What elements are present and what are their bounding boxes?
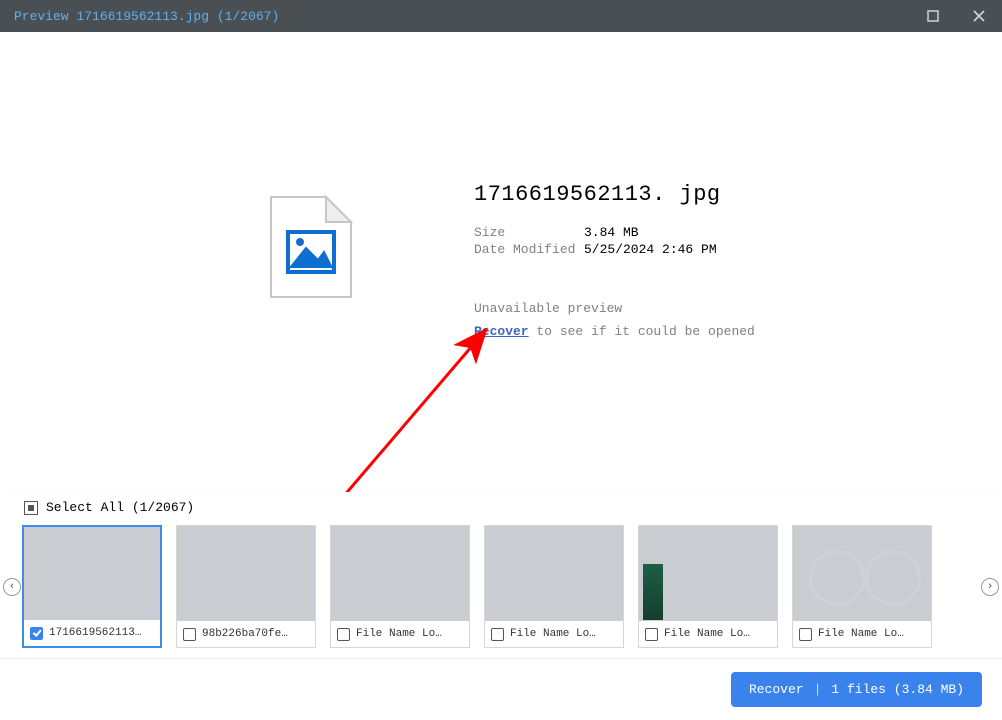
file-icon <box>266 192 356 302</box>
thumbnail[interactable]: File Name Lo… <box>484 525 624 648</box>
footer: Recover | 1 files (3.84 MB) <box>0 658 1002 720</box>
thumbnail-checkbox[interactable] <box>337 628 350 641</box>
preview-zone: 1716619562113. jpg Size 3.84 MB Date Mod… <box>0 32 1002 480</box>
thumbnail-caption: File Name Lo… <box>485 621 623 647</box>
next-thumb-button[interactable]: › <box>981 578 999 596</box>
thumbnail-checkbox[interactable] <box>799 628 812 641</box>
thumbnail-strip: ‹ › 1716619562113…98b226ba70fe…File Name… <box>22 525 980 648</box>
recover-button-summary: 1 files (3.84 MB) <box>831 682 964 697</box>
thumbnail-image <box>331 526 469 621</box>
recover-hint: Recover to see if it could be opened <box>474 324 954 339</box>
separator: | <box>814 682 822 697</box>
thumbnail-caption: File Name Lo… <box>331 621 469 647</box>
recover-button[interactable]: Recover | 1 files (3.84 MB) <box>731 672 982 707</box>
date-modified-label: Date Modified <box>474 242 584 259</box>
thumbnail-checkbox[interactable] <box>645 628 658 641</box>
recover-link[interactable]: Recover <box>474 324 529 339</box>
file-metadata: 1716619562113. jpg Size 3.84 MB Date Mod… <box>474 182 954 339</box>
date-modified-value: 5/25/2024 2:46 PM <box>584 242 717 259</box>
thumbnail[interactable]: 98b226ba70fe… <box>176 525 316 648</box>
window-title: Preview 1716619562113.jpg (1/2067) <box>14 9 910 24</box>
maximize-button[interactable] <box>910 0 956 32</box>
thumbnail-image <box>793 526 931 621</box>
size-value: 3.84 MB <box>584 225 717 242</box>
thumbnail-caption: File Name Lo… <box>793 621 931 647</box>
thumbnail[interactable]: 1716619562113… <box>22 525 162 648</box>
prev-thumb-button[interactable]: ‹ <box>3 578 21 596</box>
thumbnail-label: 98b226ba70fe… <box>202 628 288 640</box>
thumbnail-caption: 1716619562113… <box>24 620 160 646</box>
thumbnail-caption: File Name Lo… <box>639 621 777 647</box>
thumbnail-caption: 98b226ba70fe… <box>177 621 315 647</box>
thumbnail-panel: Select All (1/2067) ‹ › 1716619562113… 98… <box>0 492 1002 658</box>
thumbnail-label: File Name Lo… <box>664 628 750 640</box>
titlebar: Preview 1716619562113.jpg (1/2067) <box>0 0 1002 32</box>
file-name: 1716619562113. jpg <box>474 182 954 207</box>
thumbnail-image <box>177 526 315 621</box>
thumbnail-checkbox[interactable] <box>30 627 43 640</box>
size-label: Size <box>474 225 584 242</box>
unavailable-preview-text: Unavailable preview <box>474 301 954 316</box>
thumbnail-label: File Name Lo… <box>818 628 904 640</box>
thumbnail-label: File Name Lo… <box>510 628 596 640</box>
recover-tail: to see if it could be opened <box>529 324 755 339</box>
preview-area: 1716619562113. jpg Size 3.84 MB Date Mod… <box>0 32 1002 480</box>
thumbnail-label: 1716619562113… <box>49 627 141 639</box>
thumbnail-image <box>485 526 623 621</box>
select-all-row[interactable]: Select All (1/2067) <box>22 492 980 525</box>
thumbnail-checkbox[interactable] <box>183 628 196 641</box>
thumbnail-label: File Name Lo… <box>356 628 442 640</box>
thumbnail[interactable]: File Name Lo… <box>330 525 470 648</box>
thumbnail[interactable]: File Name Lo… <box>792 525 932 648</box>
thumbnail-image <box>24 527 160 620</box>
recover-button-label: Recover <box>749 682 804 697</box>
thumbnail-checkbox[interactable] <box>491 628 504 641</box>
select-all-label: Select All (1/2067) <box>46 500 194 515</box>
thumbnail[interactable]: File Name Lo… <box>638 525 778 648</box>
thumbnail-image <box>639 526 777 621</box>
select-all-checkbox[interactable] <box>24 501 38 515</box>
close-button[interactable] <box>956 0 1002 32</box>
